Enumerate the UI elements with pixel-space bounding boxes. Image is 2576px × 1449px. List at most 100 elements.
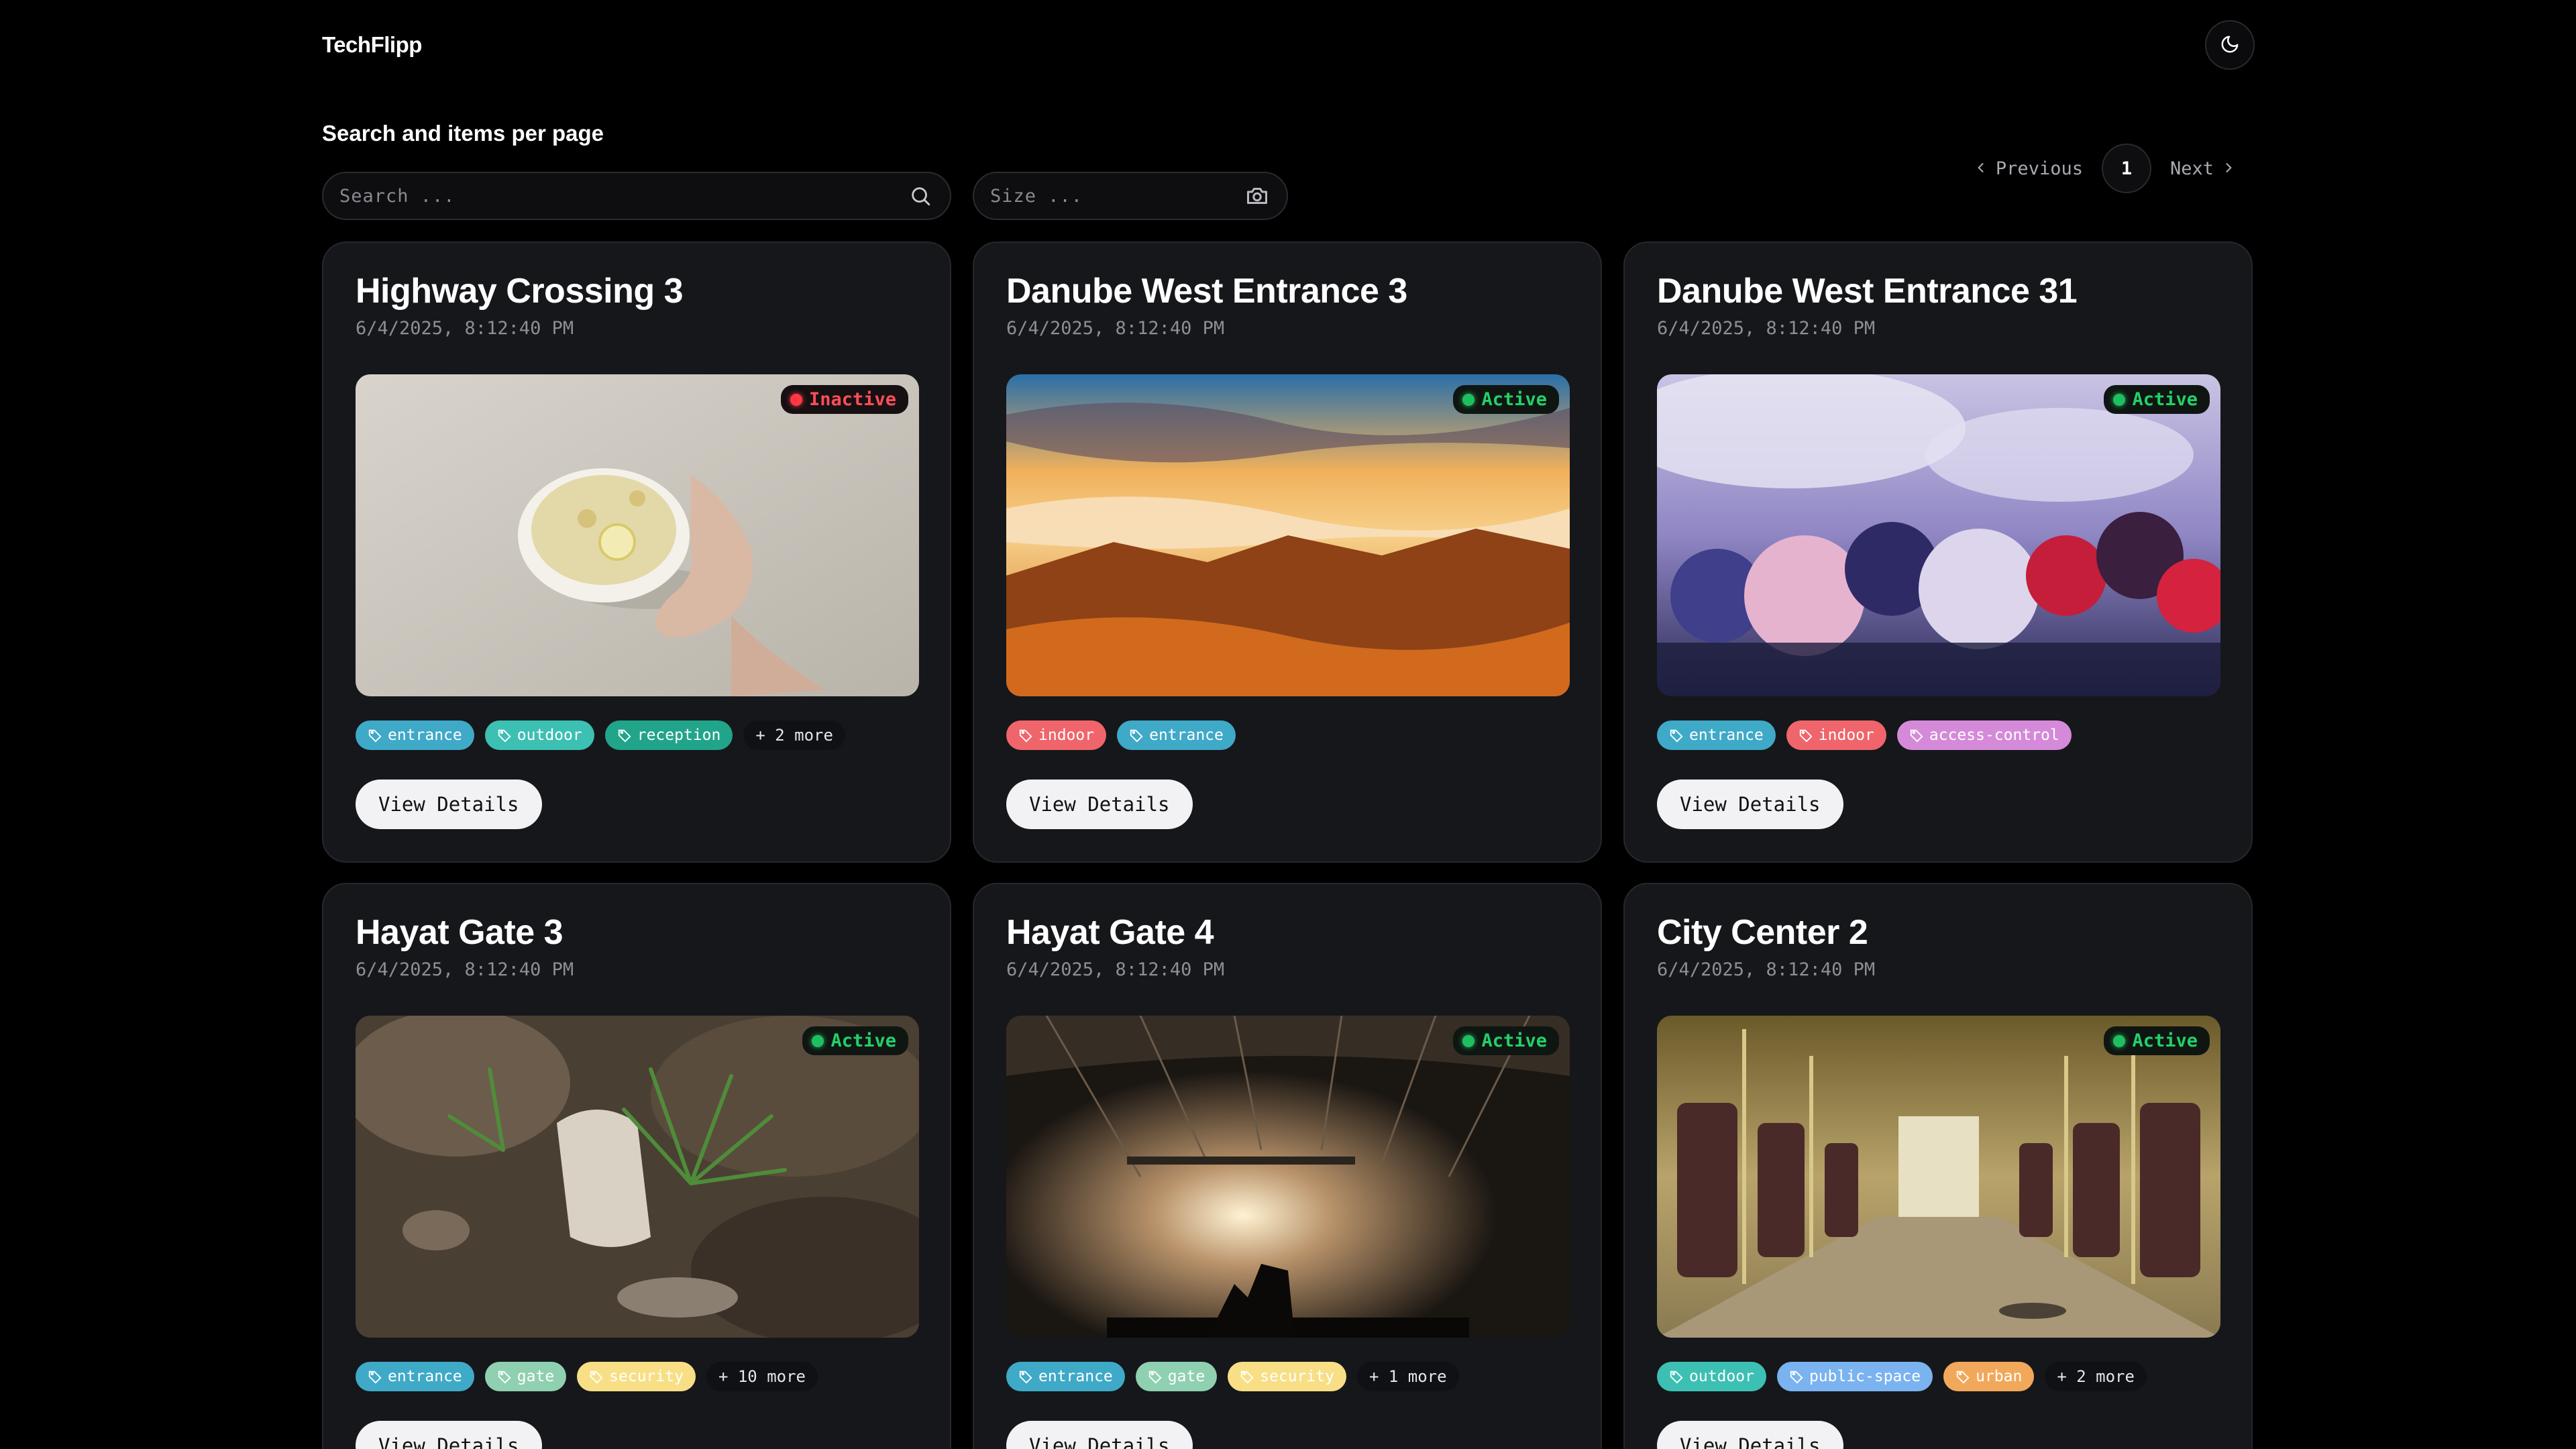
more-tags[interactable]: + 2 more bbox=[2045, 1362, 2147, 1391]
next-page-button[interactable]: Next bbox=[2151, 152, 2254, 186]
next-label: Next bbox=[2169, 158, 2214, 179]
status-dot-icon bbox=[790, 393, 802, 406]
page: TechFlipp Search and items per page Sear… bbox=[0, 0, 2576, 1449]
tag-list: entrance gate security + 1 more bbox=[1006, 1362, 1459, 1391]
status-dot-icon bbox=[1462, 393, 1475, 406]
tag-list: entrance outdoor reception + 2 more bbox=[356, 720, 845, 750]
tag-security[interactable]: security bbox=[577, 1362, 696, 1391]
tag-entrance[interactable]: entrance bbox=[1117, 720, 1236, 750]
tag-access-control[interactable]: access-control bbox=[1896, 720, 2072, 750]
previous-page-button[interactable]: Previous bbox=[1955, 152, 2102, 186]
tag-list: indoor entrance bbox=[1006, 720, 1236, 750]
tag-label: indoor bbox=[1818, 727, 1874, 744]
tag-icon bbox=[590, 1371, 603, 1384]
tag-label: outdoor bbox=[517, 727, 582, 744]
card-date: 6/4/2025, 8:12:40 PM bbox=[1006, 318, 1225, 339]
more-tags[interactable]: + 2 more bbox=[743, 720, 845, 750]
search-icon[interactable] bbox=[907, 182, 934, 209]
tag-gate[interactable]: gate bbox=[1135, 1362, 1218, 1391]
tag-label: entrance bbox=[388, 1368, 462, 1385]
status-badge: Active bbox=[1453, 385, 1559, 414]
card-title: City Center 2 bbox=[1657, 913, 1868, 952]
tag-list: outdoor public-space urban + 2 more bbox=[1657, 1362, 2147, 1391]
more-tags[interactable]: + 1 more bbox=[1356, 1362, 1459, 1391]
status-dot-icon bbox=[2113, 393, 2126, 406]
tag-icon bbox=[1670, 729, 1683, 743]
camera-thumbnail[interactable]: Inactive bbox=[356, 374, 919, 696]
tag-label: gate bbox=[517, 1368, 555, 1385]
page-number-current[interactable]: 1 bbox=[2101, 144, 2151, 193]
tag-public-space[interactable]: public-space bbox=[1776, 1362, 1933, 1391]
tag-icon bbox=[618, 729, 631, 743]
tag-icon bbox=[1799, 729, 1813, 743]
theme-toggle-button[interactable] bbox=[2205, 20, 2255, 70]
tag-icon bbox=[368, 1371, 382, 1384]
tag-list: entrance indoor access-control bbox=[1657, 720, 2072, 750]
tag-icon bbox=[498, 729, 511, 743]
card-title: Danube West Entrance 3 bbox=[1006, 272, 1407, 311]
brand-logo[interactable]: TechFlipp bbox=[322, 32, 422, 58]
status-dot-icon bbox=[812, 1034, 824, 1047]
tag-label: security bbox=[1260, 1368, 1334, 1385]
camera-thumbnail[interactable]: Active bbox=[356, 1016, 919, 1338]
tag-reception[interactable]: reception bbox=[604, 720, 733, 750]
pagination: Previous 1 Next bbox=[1955, 144, 2254, 193]
card-title: Hayat Gate 3 bbox=[356, 913, 564, 952]
status-label: Active bbox=[830, 1030, 896, 1051]
card-date: 6/4/2025, 8:12:40 PM bbox=[1657, 318, 1876, 339]
view-details-button[interactable]: View Details bbox=[356, 1421, 542, 1449]
status-label: Inactive bbox=[808, 389, 896, 410]
tag-entrance[interactable]: entrance bbox=[356, 720, 474, 750]
view-details-button[interactable]: View Details bbox=[356, 780, 542, 829]
view-details-button[interactable]: View Details bbox=[1657, 780, 1843, 829]
view-details-button[interactable]: View Details bbox=[1657, 1421, 1843, 1449]
search-field[interactable] bbox=[322, 172, 951, 220]
tag-icon bbox=[1956, 1371, 1970, 1384]
tag-entrance[interactable]: entrance bbox=[356, 1362, 474, 1391]
camera-thumbnail[interactable]: Active bbox=[1006, 1016, 1570, 1338]
size-field[interactable] bbox=[973, 172, 1288, 220]
tag-icon bbox=[1148, 1371, 1162, 1384]
tag-gate[interactable]: gate bbox=[484, 1362, 567, 1391]
tag-urban[interactable]: urban bbox=[1943, 1362, 2035, 1391]
camera-card: Danube West Entrance 3 6/4/2025, 8:12:40… bbox=[973, 241, 1602, 863]
tag-icon bbox=[1241, 1371, 1254, 1384]
card-title: Highway Crossing 3 bbox=[356, 272, 684, 311]
tag-security[interactable]: security bbox=[1228, 1362, 1346, 1391]
tag-entrance[interactable]: entrance bbox=[1006, 1362, 1125, 1391]
card-date: 6/4/2025, 8:12:40 PM bbox=[1657, 959, 1876, 980]
view-details-button[interactable]: View Details bbox=[1006, 780, 1193, 829]
camera-card: Hayat Gate 3 6/4/2025, 8:12:40 PM Active… bbox=[322, 883, 951, 1449]
tag-outdoor[interactable]: outdoor bbox=[484, 720, 594, 750]
chevron-right-icon bbox=[2222, 158, 2235, 179]
card-date: 6/4/2025, 8:12:40 PM bbox=[356, 318, 574, 339]
tag-label: access-control bbox=[1929, 727, 2059, 744]
tag-indoor[interactable]: indoor bbox=[1006, 720, 1107, 750]
tag-label: entrance bbox=[1689, 727, 1764, 744]
tag-list: entrance gate security + 10 more bbox=[356, 1362, 818, 1391]
tag-icon bbox=[1019, 729, 1032, 743]
tag-entrance[interactable]: entrance bbox=[1657, 720, 1776, 750]
tag-icon bbox=[1019, 1371, 1032, 1384]
tag-indoor[interactable]: indoor bbox=[1786, 720, 1886, 750]
size-input[interactable] bbox=[990, 185, 1244, 207]
more-tags[interactable]: + 10 more bbox=[706, 1362, 818, 1391]
tag-icon bbox=[1130, 729, 1143, 743]
tag-outdoor[interactable]: outdoor bbox=[1657, 1362, 1766, 1391]
tag-label: security bbox=[609, 1368, 684, 1385]
card-title: Hayat Gate 4 bbox=[1006, 913, 1214, 952]
view-details-button[interactable]: View Details bbox=[1006, 1421, 1193, 1449]
card-title: Danube West Entrance 31 bbox=[1657, 272, 2078, 311]
tag-label: entrance bbox=[1038, 1368, 1113, 1385]
status-dot-icon bbox=[1462, 1034, 1475, 1047]
chevron-left-icon bbox=[1974, 158, 1988, 179]
status-label: Active bbox=[1481, 389, 1547, 410]
status-label: Active bbox=[2132, 1030, 2198, 1051]
card-date: 6/4/2025, 8:12:40 PM bbox=[1006, 959, 1225, 980]
status-label: Active bbox=[2132, 389, 2198, 410]
camera-thumbnail[interactable]: Active bbox=[1006, 374, 1570, 696]
status-dot-icon bbox=[2113, 1034, 2126, 1047]
camera-thumbnail[interactable]: Active bbox=[1657, 374, 2220, 696]
search-input[interactable] bbox=[339, 185, 907, 207]
camera-thumbnail[interactable]: Active bbox=[1657, 1016, 2220, 1338]
